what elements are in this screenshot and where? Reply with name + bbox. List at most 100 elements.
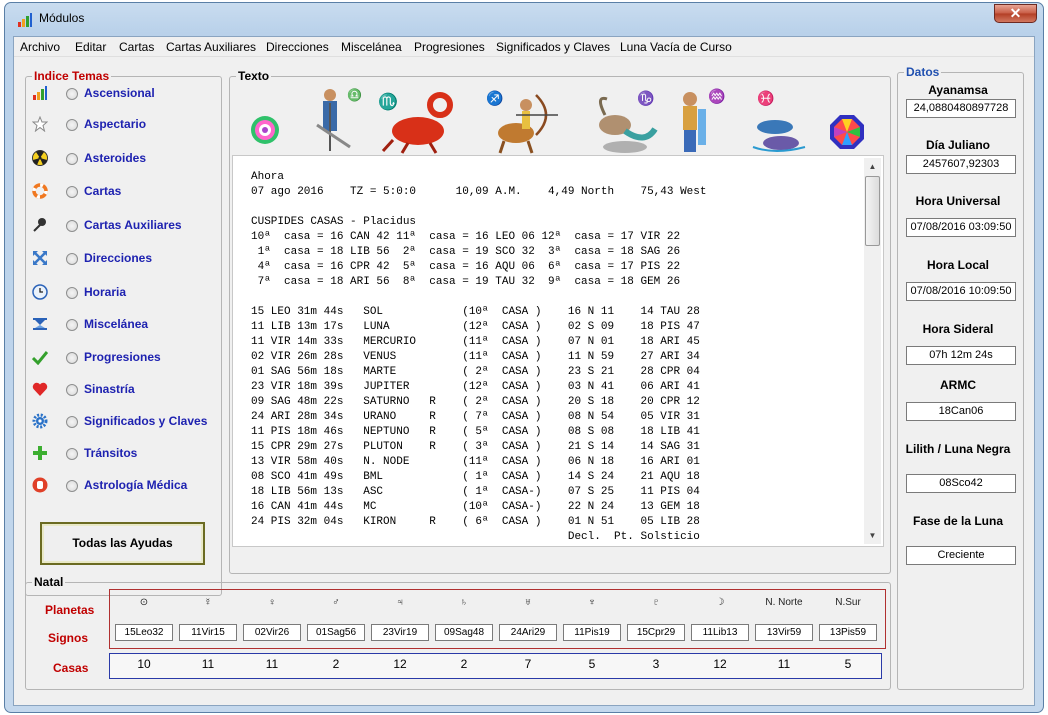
menu-luna-vacia[interactable]: Luna Vacía de Curso [620,40,732,54]
hourglass-icon [33,318,47,330]
planet-symbol: ⊙ [139,597,149,608]
scroll-up-arrow-icon[interactable]: ▲ [864,158,881,175]
dia-juliano-field[interactable]: 2457607,92303 [906,155,1016,174]
radio-transitos[interactable] [66,448,78,460]
menu-bar: Archivo Editar Cartas Cartas Auxiliares … [14,37,1034,57]
todas-las-ayudas-button[interactable]: Todas las Ayudas [40,522,205,565]
menu-significados[interactable]: Significados y Claves [496,40,610,54]
menu-archivo[interactable]: Archivo [20,40,60,54]
planet-column: ♀ 02Vir26 [243,597,301,641]
sagittarius-figure-icon: ♐ [486,90,558,154]
option-asteroides[interactable]: Asteroides [26,146,216,172]
hora-universal-label: Hora Universal [915,194,1001,208]
app-bar-chart-icon [18,13,32,27]
scroll-down-arrow-icon[interactable]: ▼ [864,527,881,544]
planet-house-value: 5 [844,657,852,671]
hora-sideral-field[interactable]: 07h 12m 24s [906,346,1016,365]
ayanamsa-label: Ayanamsa [928,83,988,97]
casas-label: Casas [53,661,89,675]
planet-column: ♇ 15Cpr29 [627,597,685,641]
planet-sign-field[interactable]: 15Cpr29 [627,624,685,641]
label-direcciones: Direcciones [84,251,153,265]
planet-sign-field[interactable]: 11Vir15 [179,624,237,641]
option-aspectario[interactable]: Aspectario [26,112,216,138]
planet-symbol: N.Sur [835,597,861,608]
hora-universal-field[interactable]: 07/08/2016 03:09:50 [906,218,1016,237]
chart-wheel-icon[interactable] [240,85,290,155]
close-button[interactable]: ✕ [994,4,1037,23]
label-transitos: Tránsitos [84,446,138,460]
option-cartas[interactable]: Cartas [26,179,216,205]
planet-sign-field[interactable]: 15Leo32 [115,624,173,641]
option-transitos[interactable]: Tránsitos [26,441,216,467]
option-progresiones[interactable]: Progresiones [26,345,216,371]
option-significados[interactable]: Significados y Claves [26,409,216,435]
signos-label: Signos [48,631,89,645]
scroll-thumb[interactable] [865,176,880,246]
hora-local-field[interactable]: 07/08/2016 10:09:50 [906,282,1016,301]
lilith-field[interactable]: 08Sco42 [906,474,1016,493]
menu-miscelanea[interactable]: Miscelánea [341,40,402,54]
planet-sign-field[interactable]: 24Ari29 [499,624,557,641]
planet-symbol: ♆ [588,597,596,608]
option-sinastria[interactable]: Sinastría [26,377,216,403]
title-bar[interactable]: Módulos ✕ [5,3,1043,35]
planet-sign-field[interactable]: 13Vir59 [755,624,813,641]
clock-icon [32,284,48,300]
ayanamsa-field[interactable]: 24,0880480897728 [906,99,1016,118]
option-ascensional[interactable]: Ascensional [26,81,216,107]
hora-local-label: Hora Local [926,258,989,272]
planet-symbol: ♇ [652,597,660,608]
radio-miscelanea[interactable] [66,319,78,331]
armc-label: ARMC [940,378,976,392]
option-miscelanea[interactable]: Miscelánea [26,312,216,338]
planet-house-value: 10 [137,657,151,671]
planet-house-value: 5 [588,657,596,671]
radio-cartas[interactable] [66,186,78,198]
plus-icon [33,446,47,460]
planet-column: ☽ 11Lib13 [691,597,749,641]
planet-symbol: ♃ [396,597,404,608]
label-horaria: Horaria [84,285,127,299]
planet-sign-field[interactable]: 02Vir26 [243,624,301,641]
planet-sign-field[interactable]: 13Pis59 [819,624,877,641]
option-astrologia-medica[interactable]: Astrología Médica [26,473,216,499]
radio-significados[interactable] [66,416,78,428]
menu-cartas-auxiliares[interactable]: Cartas Auxiliares [166,40,256,54]
option-direcciones[interactable]: Direcciones [26,246,216,272]
report-text-area[interactable]: Ahora 07 ago 2016 TZ = 5:0:0 10,09 A.M. … [232,155,884,547]
label-asteroides: Asteroides [84,151,147,165]
radio-asteroides[interactable] [66,153,78,165]
planet-sign-field[interactable]: 09Sag48 [435,624,493,641]
radio-cartas-auxiliares[interactable] [66,220,78,232]
radio-astrologia-medica[interactable] [66,480,78,492]
datos-group: Datos Ayanamsa 24,0880480897728 Día Juli… [897,65,1024,690]
option-horaria[interactable]: Horaria [26,280,216,306]
radio-horaria[interactable] [66,287,78,299]
vertical-scrollbar[interactable]: ▲ ▼ [864,158,881,544]
option-cartas-auxiliares[interactable]: Cartas Auxiliares [26,213,216,239]
menu-direcciones[interactable]: Direcciones [266,40,329,54]
radio-progresiones[interactable] [66,352,78,364]
radio-ascensional[interactable] [66,88,78,100]
planet-sign-field[interactable]: 01Sag56 [307,624,365,641]
armc-field[interactable]: 18Can06 [906,402,1016,421]
lilith-label: Lilith / Luna Negra [905,442,1011,456]
indice-temas-group: Indice Temas Ascensional Aspectario Aste… [25,69,222,596]
planet-sign-field[interactable]: 11Lib13 [691,624,749,641]
color-octagon-icon[interactable] [822,85,872,155]
planet-sign-field[interactable]: 23Vir19 [371,624,429,641]
hand-icon [32,477,48,493]
heart-icon [32,382,48,396]
radiation-icon [32,150,48,166]
radio-direcciones[interactable] [66,253,78,265]
menu-editar[interactable]: Editar [75,40,106,54]
menu-cartas[interactable]: Cartas [119,40,154,54]
planet-column: N. Norte 13Vir59 [755,597,813,641]
radio-sinastria[interactable] [66,384,78,396]
radio-aspectario[interactable] [66,119,78,131]
fase-luna-field[interactable]: Creciente [906,546,1016,565]
menu-progresiones[interactable]: Progresiones [414,40,485,54]
app-window: Módulos ✕ Archivo Editar Cartas Cartas A… [4,2,1044,713]
planet-sign-field[interactable]: 11Pis19 [563,624,621,641]
